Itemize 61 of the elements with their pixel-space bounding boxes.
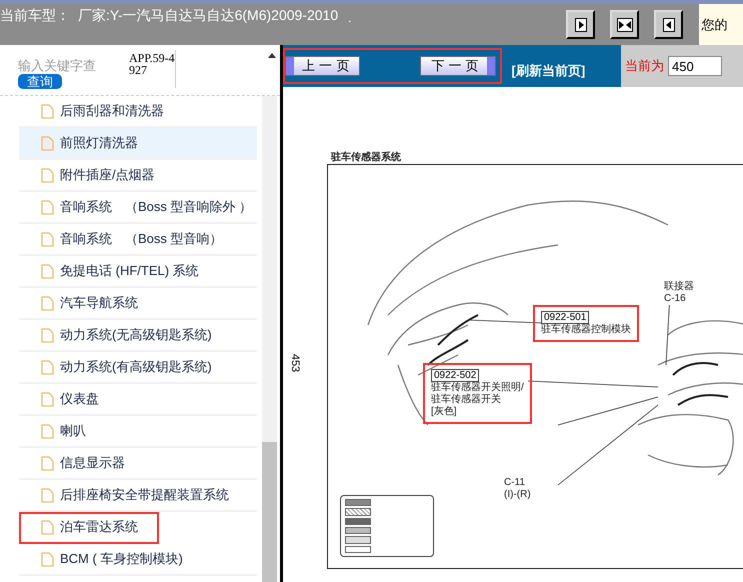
tree-item[interactable]: 附件插座/点烟器 <box>19 160 257 192</box>
document-icon <box>41 296 54 310</box>
document-icon <box>41 488 54 502</box>
dot-text: . <box>348 10 352 24</box>
callout-label: 驻车传感器开关照明/ <box>431 382 524 394</box>
app-code-text: APP.59-4927 <box>129 52 175 76</box>
search-field[interactable]: 输入关键字查 <box>18 50 118 72</box>
callout-label: (I)-(R) <box>504 489 531 501</box>
current-page-label: 当前为 <box>625 57 664 75</box>
double-triangle-icon <box>616 18 633 32</box>
document-icon <box>41 104 54 118</box>
user-greeting: 您的 <box>699 4 743 45</box>
tree-item[interactable]: BCM ( 车身控制模块) <box>19 544 257 576</box>
scroll-up-icon[interactable] <box>268 53 276 58</box>
tree-item[interactable]: 前照灯清洗器 <box>19 128 257 160</box>
callout-label: [灰色] <box>431 406 457 418</box>
tree-item[interactable]: 音响系统 （Boss 型音响） <box>19 224 257 256</box>
next-page-button[interactable]: 下 一 页 <box>420 56 496 76</box>
callout-label: 驻车传感器开关 <box>431 394 501 406</box>
refresh-page-link[interactable]: [刷新当前页] <box>512 62 586 80</box>
tree-item[interactable]: 喇叭 <box>19 416 257 448</box>
single-arrow-left-button[interactable] <box>654 10 684 39</box>
tree-item[interactable]: 汽车导航系统 <box>19 288 257 320</box>
tree-item[interactable]: 免提电话 (HF/TEL) 系统 <box>19 256 257 288</box>
part-code: 0922-501 <box>541 311 590 324</box>
page-number: 453 <box>289 354 302 372</box>
document-icon <box>41 424 54 438</box>
document-icon <box>41 136 54 150</box>
part-code: 0922-502 <box>431 369 480 382</box>
document-icon <box>41 520 54 534</box>
document-icon <box>41 360 54 374</box>
tree-item[interactable]: 后排座椅安全带提醒装置系统 <box>19 480 257 512</box>
search-button[interactable]: 查询 <box>18 74 62 89</box>
play-left-icon <box>662 18 675 32</box>
car-model-label: 当前车型： <box>0 6 70 24</box>
scrollbar-thumb[interactable] <box>262 442 277 582</box>
callout-label: 驻车传感器控制模块 <box>541 324 631 336</box>
document-icon <box>41 392 54 406</box>
current-page-field[interactable]: 450 <box>668 56 722 76</box>
document-icon <box>41 232 54 246</box>
single-arrow-right-button[interactable] <box>566 10 596 39</box>
document-icon <box>41 200 54 214</box>
play-right-icon <box>574 18 587 32</box>
tree-item[interactable]: 音响系统 （Boss 型音响除外 ） <box>19 192 257 224</box>
callout-label: C-16 <box>664 293 686 305</box>
tree-item[interactable]: 动力系统(无高级钥匙系统) <box>19 320 257 352</box>
previous-page-button[interactable]: 上 一 页 <box>285 56 360 76</box>
document-icon <box>41 264 54 278</box>
document-icon <box>41 328 54 342</box>
tree-item[interactable]: 泊车雷达系统 <box>19 512 159 544</box>
tree-item[interactable]: 信息显示器 <box>19 448 257 480</box>
callout-label: 联接器 <box>664 281 694 293</box>
document-icon <box>41 456 54 470</box>
document-icon <box>41 552 54 566</box>
tree-item[interactable]: 动力系统(有高级钥匙系统) <box>19 352 257 384</box>
car-model-text: 厂家:Y-一汽马自达马自达6(M6)2009-2010 <box>78 6 338 24</box>
double-arrow-button[interactable] <box>610 10 640 39</box>
diagram-title: 驻车传感器系统 <box>331 150 401 164</box>
tree-item[interactable]: 仪表盘 <box>19 384 257 416</box>
scrollbar[interactable] <box>262 96 277 582</box>
document-icon <box>41 168 54 182</box>
